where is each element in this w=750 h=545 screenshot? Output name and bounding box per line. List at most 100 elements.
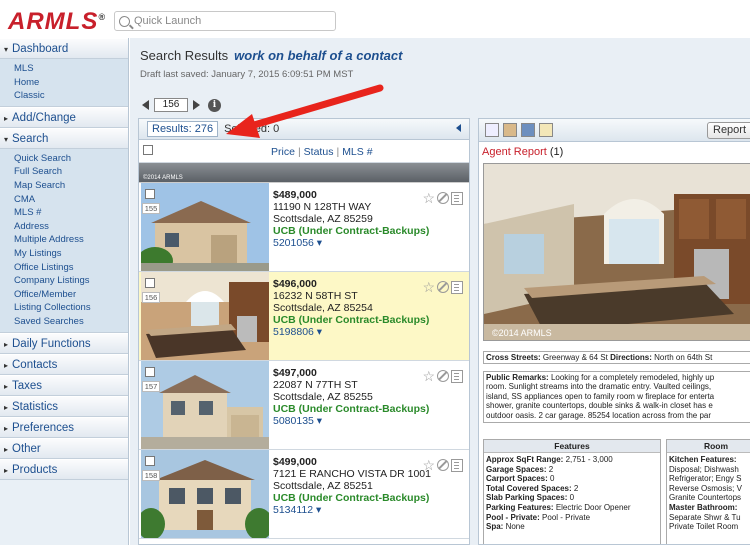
- sort-mls-link[interactable]: MLS #: [342, 146, 372, 158]
- armls-logo[interactable]: ARMLS®: [8, 8, 106, 36]
- sidebar-item-office-listings[interactable]: Office Listings: [14, 261, 128, 275]
- reject-icon[interactable]: [437, 192, 449, 204]
- sidebar-item-address[interactable]: Address: [14, 220, 128, 234]
- cross-streets-value: Greenway & 64 St: [542, 353, 608, 362]
- sidebar-section-label: Add/Change: [12, 111, 76, 124]
- dropdown-caret-icon[interactable]: ▾: [314, 415, 322, 427]
- listing-thumbnail[interactable]: [141, 183, 269, 271]
- sidebar-item-home[interactable]: Home: [14, 76, 128, 90]
- listing-row[interactable]: 156 $496,000 16232 N 58TH ST Scottsdale, AZ…: [139, 272, 469, 361]
- sidebar-section-preferences[interactable]: ▸ Preferences: [0, 416, 128, 438]
- mls-number-text: 5201056: [273, 237, 314, 249]
- calendar-icon[interactable]: [521, 123, 535, 137]
- reject-icon[interactable]: [437, 281, 449, 293]
- sidebar-item-listing-collections[interactable]: Listing Collections: [14, 301, 128, 315]
- detail-value: 2: [573, 483, 579, 493]
- search-results-title: Search Results: [140, 48, 229, 63]
- sidebar-item-quick-search[interactable]: Quick Search: [14, 152, 128, 166]
- sort-price-link[interactable]: Price: [271, 146, 295, 158]
- listing-row[interactable]: 155 $489,000 11190 N 128TH WAY Scottsdale, …: [139, 183, 469, 272]
- listing-mls-number[interactable]: 5198806 ▾: [273, 326, 453, 338]
- listing-number: 155: [142, 203, 160, 214]
- sidebar-item-map-search[interactable]: Map Search: [14, 179, 128, 193]
- detail-value: Separate Shwr & Tu: [669, 512, 741, 522]
- listing-rows: 155 $489,000 11190 N 128TH WAY Scottsdale, …: [139, 183, 469, 539]
- select-all-checkbox[interactable]: [143, 145, 153, 155]
- sidebar-item-my-listings[interactable]: My Listings: [14, 247, 128, 261]
- remarks-label: Public Remarks:: [486, 373, 549, 382]
- sidebar-section-add-change[interactable]: ▸ Add/Change: [0, 106, 128, 128]
- reject-icon[interactable]: [437, 370, 449, 382]
- features-box: Features Approx SqFt Range: 2,751 - 3,00…: [483, 439, 661, 544]
- remarks-line: Public Remarks: Looking for a completely…: [486, 373, 750, 382]
- listing-thumbnail[interactable]: [141, 361, 269, 449]
- collapse-icon[interactable]: [456, 124, 461, 132]
- favorite-star-icon[interactable]: ☆: [422, 369, 435, 383]
- photo-caption: ©2014 ARMLS: [143, 175, 183, 181]
- kitchen-photo: ©2014 ARMLS: [484, 164, 750, 340]
- notes-icon[interactable]: [451, 458, 463, 472]
- listing-checkbox[interactable]: [145, 456, 155, 466]
- sidebar-section-products[interactable]: ▸ Products: [0, 458, 128, 480]
- info-icon[interactable]: i: [208, 98, 221, 112]
- dropdown-caret-icon[interactable]: ▾: [314, 237, 322, 249]
- agent-report-link[interactable]: Agent Report: [482, 146, 547, 158]
- listing-mls-number[interactable]: 5134112 ▾: [273, 504, 453, 516]
- listing-city: Scottsdale, AZ 85259: [273, 213, 373, 225]
- edit-icon[interactable]: [539, 123, 553, 137]
- sidebar-item-classic[interactable]: Classic: [14, 89, 128, 103]
- selected-count: Selected: 0: [224, 123, 280, 135]
- favorite-star-icon[interactable]: ☆: [422, 191, 435, 205]
- favorite-star-icon[interactable]: ☆: [422, 280, 435, 294]
- draft-saved-text: Draft last saved: January 7, 2015 6:09:5…: [140, 69, 354, 80]
- notes-icon[interactable]: [451, 369, 463, 383]
- sidebar-section-statistics[interactable]: ▸ Statistics: [0, 395, 128, 417]
- listing-checkbox[interactable]: [145, 189, 155, 199]
- listing-row[interactable]: 158 $499,000 7121 E RANCHO VISTA DR 1001 Sc…: [139, 450, 469, 539]
- listing-mls-number[interactable]: 5201056 ▾: [273, 237, 453, 249]
- favorite-star-icon[interactable]: ☆: [422, 458, 435, 472]
- sidebar-section-dashboard[interactable]: ▾ Dashboard: [0, 38, 128, 59]
- print-icon[interactable]: [485, 123, 499, 137]
- listing-main-photo[interactable]: ©2014 ARMLS: [483, 163, 750, 341]
- quick-launch-input[interactable]: Quick Launch: [114, 11, 336, 31]
- page-number-input[interactable]: 156: [154, 98, 188, 112]
- remarks-line: outdoor oasis. 2 car garage. 85254 locat…: [486, 411, 750, 420]
- features-list: Approx SqFt Range: 2,751 - 3,000 Garage S…: [484, 453, 660, 534]
- listing-row[interactable]: 157 $497,000 22087 N 77TH ST Scottsdale, AZ…: [139, 361, 469, 450]
- listing-thumbnail[interactable]: [141, 450, 269, 538]
- listing-checkbox[interactable]: [145, 367, 155, 377]
- listing-checkbox[interactable]: [145, 278, 155, 288]
- sidebar-item-cma[interactable]: CMA: [14, 193, 128, 207]
- sidebar-item-multiple-address[interactable]: Multiple Address: [14, 233, 128, 247]
- sidebar-item-office-member[interactable]: Office/Member: [14, 288, 128, 302]
- previous-page-icon[interactable]: [142, 100, 149, 110]
- sidebar-item-saved-searches[interactable]: Saved Searches: [14, 315, 128, 329]
- sidebar-section-search[interactable]: ▾ Search: [0, 127, 128, 149]
- work-on-behalf-link[interactable]: work on behalf of a contact: [234, 48, 402, 63]
- next-page-icon[interactable]: [193, 100, 200, 110]
- report-button[interactable]: Report: [707, 122, 750, 139]
- listing-thumbnail[interactable]: [141, 272, 269, 360]
- sidebar-section-taxes[interactable]: ▸ Taxes: [0, 374, 128, 396]
- sidebar-section-contacts[interactable]: ▸ Contacts: [0, 353, 128, 375]
- results-count: Results: 276: [147, 121, 219, 137]
- sidebar-item-full-search[interactable]: Full Search: [14, 165, 128, 179]
- caret-down-icon: ▾: [4, 134, 9, 144]
- remarks-line: shower, granite countertops, double sink…: [486, 401, 750, 410]
- sidebar-item-company-listings[interactable]: Company Listings: [14, 274, 128, 288]
- contact-icon[interactable]: [503, 123, 517, 137]
- sidebar-item-mls-[interactable]: MLS #: [14, 206, 128, 220]
- sidebar-section-other[interactable]: ▸ Other: [0, 437, 128, 459]
- dropdown-caret-icon[interactable]: ▾: [313, 504, 321, 516]
- dropdown-caret-icon[interactable]: ▾: [314, 326, 322, 338]
- reject-icon[interactable]: [437, 459, 449, 471]
- notes-icon[interactable]: [451, 280, 463, 294]
- notes-icon[interactable]: [451, 191, 463, 205]
- listing-mls-number[interactable]: 5080135 ▾: [273, 415, 453, 427]
- sidebar-item-mls[interactable]: MLS: [14, 62, 128, 76]
- sidebar-section-items: Quick Search Full Search Map Search CMA MLS …: [0, 148, 128, 333]
- sidebar-section-daily-functions[interactable]: ▸ Daily Functions: [0, 332, 128, 354]
- detail-value: 2: [548, 464, 554, 474]
- sort-status-link[interactable]: Status: [304, 146, 334, 158]
